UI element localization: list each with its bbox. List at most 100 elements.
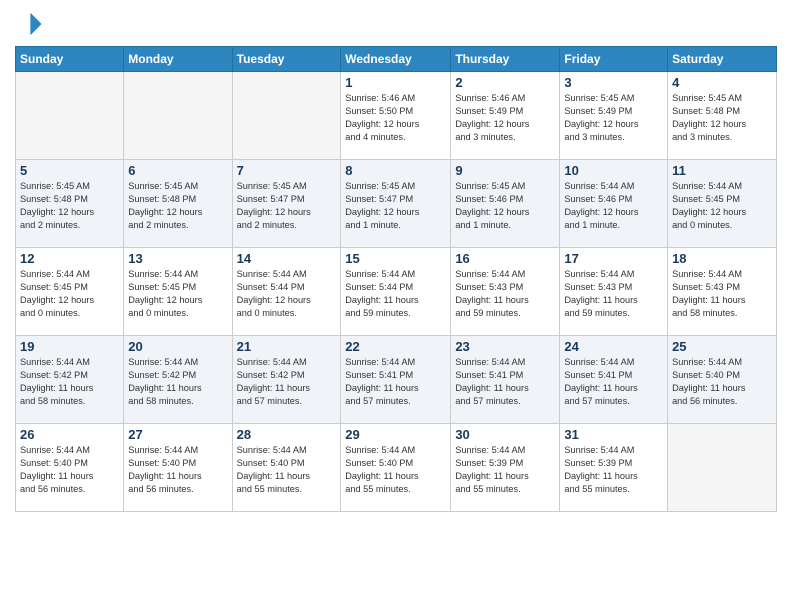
day-number: 30 — [455, 427, 555, 442]
day-number: 4 — [672, 75, 772, 90]
day-info: Sunrise: 5:45 AM Sunset: 5:48 PM Dayligh… — [20, 180, 119, 232]
calendar-week-row: 19 Sunrise: 5:44 AM Sunset: 5:42 PM Dayli… — [16, 336, 777, 424]
day-number: 9 — [455, 163, 555, 178]
day-number: 2 — [455, 75, 555, 90]
day-info: Sunrise: 5:44 AM Sunset: 5:39 PM Dayligh… — [455, 444, 555, 496]
header — [15, 10, 777, 38]
calendar-cell: 22 Sunrise: 5:44 AM Sunset: 5:41 PM Dayli… — [341, 336, 451, 424]
day-number: 26 — [20, 427, 119, 442]
calendar-header-row: SundayMondayTuesdayWednesdayThursdayFrid… — [16, 47, 777, 72]
calendar-cell: 24 Sunrise: 5:44 AM Sunset: 5:41 PM Dayli… — [560, 336, 668, 424]
calendar-cell: 27Sunrise: 5:44 AM Sunset: 5:40 PM Dayli… — [124, 424, 232, 512]
day-number: 7 — [237, 163, 337, 178]
calendar-cell: 6Sunrise: 5:45 AM Sunset: 5:48 PM Daylig… — [124, 160, 232, 248]
calendar-cell: 17 Sunrise: 5:44 AM Sunset: 5:43 PM Dayli… — [560, 248, 668, 336]
day-number: 29 — [345, 427, 446, 442]
calendar-week-row: 26 Sunrise: 5:44 AM Sunset: 5:40 PM Dayli… — [16, 424, 777, 512]
day-header-wednesday: Wednesday — [341, 47, 451, 72]
day-header-sunday: Sunday — [16, 47, 124, 72]
day-number: 15 — [345, 251, 446, 266]
day-info: Sunrise: 5:44 AM Sunset: 5:45 PM Dayligh… — [20, 268, 119, 320]
calendar-cell: 28Sunrise: 5:44 AM Sunset: 5:40 PM Dayli… — [232, 424, 341, 512]
calendar-cell: 12Sunrise: 5:44 AM Sunset: 5:45 PM Dayli… — [16, 248, 124, 336]
day-info: Sunrise: 5:46 AM Sunset: 5:49 PM Dayligh… — [455, 92, 555, 144]
day-number: 20 — [128, 339, 227, 354]
calendar-cell — [124, 72, 232, 160]
calendar-cell: 10 Sunrise: 5:44 AM Sunset: 5:46 PM Dayli… — [560, 160, 668, 248]
day-info: Sunrise: 5:45 AM Sunset: 5:46 PM Dayligh… — [455, 180, 555, 232]
calendar-cell — [16, 72, 124, 160]
calendar-cell: 14 Sunrise: 5:44 AM Sunset: 5:44 PM Dayli… — [232, 248, 341, 336]
day-number: 21 — [237, 339, 337, 354]
day-info: Sunrise: 5:44 AM Sunset: 5:46 PM Dayligh… — [564, 180, 663, 232]
day-header-tuesday: Tuesday — [232, 47, 341, 72]
calendar-cell: 2 Sunrise: 5:46 AM Sunset: 5:49 PM Daylig… — [451, 72, 560, 160]
day-number: 11 — [672, 163, 772, 178]
day-number: 3 — [564, 75, 663, 90]
day-info: Sunrise: 5:44 AM Sunset: 5:44 PM Dayligh… — [345, 268, 446, 320]
calendar-cell: 26Sunrise: 5:44 AM Sunset: 5:40 PM Dayli… — [16, 424, 124, 512]
calendar-cell: 9 Sunrise: 5:45 AM Sunset: 5:46 PM Daylig… — [451, 160, 560, 248]
calendar-cell: 30 Sunrise: 5:44 AM Sunset: 5:39 PM Dayli… — [451, 424, 560, 512]
calendar-cell: 1 Sunrise: 5:46 AM Sunset: 5:50 PM Daylig… — [341, 72, 451, 160]
calendar-cell: 20 Sunrise: 5:44 AM Sunset: 5:42 PM Dayli… — [124, 336, 232, 424]
day-info: Sunrise: 5:45 AM Sunset: 5:47 PM Dayligh… — [237, 180, 337, 232]
calendar-week-row: 12Sunrise: 5:44 AM Sunset: 5:45 PM Dayli… — [16, 248, 777, 336]
logo — [15, 10, 47, 38]
day-number: 1 — [345, 75, 446, 90]
calendar-week-row: 1 Sunrise: 5:46 AM Sunset: 5:50 PM Daylig… — [16, 72, 777, 160]
calendar-cell: 11 Sunrise: 5:44 AM Sunset: 5:45 PM Dayli… — [668, 160, 777, 248]
day-info: Sunrise: 5:44 AM Sunset: 5:44 PM Dayligh… — [237, 268, 337, 320]
day-number: 6 — [128, 163, 227, 178]
logo-icon — [15, 10, 43, 38]
day-number: 18 — [672, 251, 772, 266]
day-info: Sunrise: 5:44 AM Sunset: 5:45 PM Dayligh… — [128, 268, 227, 320]
day-info: Sunrise: 5:45 AM Sunset: 5:48 PM Dayligh… — [672, 92, 772, 144]
calendar-cell: 15 Sunrise: 5:44 AM Sunset: 5:44 PM Dayli… — [341, 248, 451, 336]
day-info: Sunrise: 5:44 AM Sunset: 5:42 PM Dayligh… — [20, 356, 119, 408]
day-info: Sunrise: 5:44 AM Sunset: 5:45 PM Dayligh… — [672, 180, 772, 232]
day-info: Sunrise: 5:44 AM Sunset: 5:40 PM Dayligh… — [345, 444, 446, 496]
calendar-cell: 3 Sunrise: 5:45 AM Sunset: 5:49 PM Daylig… — [560, 72, 668, 160]
day-info: Sunrise: 5:44 AM Sunset: 5:40 PM Dayligh… — [128, 444, 227, 496]
day-info: Sunrise: 5:44 AM Sunset: 5:42 PM Dayligh… — [237, 356, 337, 408]
day-number: 13 — [128, 251, 227, 266]
day-info: Sunrise: 5:44 AM Sunset: 5:41 PM Dayligh… — [455, 356, 555, 408]
day-info: Sunrise: 5:44 AM Sunset: 5:41 PM Dayligh… — [345, 356, 446, 408]
day-number: 31 — [564, 427, 663, 442]
day-number: 10 — [564, 163, 663, 178]
day-info: Sunrise: 5:44 AM Sunset: 5:42 PM Dayligh… — [128, 356, 227, 408]
day-number: 25 — [672, 339, 772, 354]
day-info: Sunrise: 5:44 AM Sunset: 5:43 PM Dayligh… — [564, 268, 663, 320]
calendar-cell: 23 Sunrise: 5:44 AM Sunset: 5:41 PM Dayli… — [451, 336, 560, 424]
day-info: Sunrise: 5:44 AM Sunset: 5:43 PM Dayligh… — [672, 268, 772, 320]
calendar-cell: 7 Sunrise: 5:45 AM Sunset: 5:47 PM Daylig… — [232, 160, 341, 248]
day-number: 19 — [20, 339, 119, 354]
day-number: 24 — [564, 339, 663, 354]
day-number: 22 — [345, 339, 446, 354]
day-number: 16 — [455, 251, 555, 266]
calendar-cell — [232, 72, 341, 160]
calendar-cell: 5 Sunrise: 5:45 AM Sunset: 5:48 PM Daylig… — [16, 160, 124, 248]
calendar-cell: 18 Sunrise: 5:44 AM Sunset: 5:43 PM Dayli… — [668, 248, 777, 336]
day-number: 23 — [455, 339, 555, 354]
day-number: 8 — [345, 163, 446, 178]
calendar-cell: 19 Sunrise: 5:44 AM Sunset: 5:42 PM Dayli… — [16, 336, 124, 424]
calendar-cell: 16 Sunrise: 5:44 AM Sunset: 5:43 PM Dayli… — [451, 248, 560, 336]
calendar: SundayMondayTuesdayWednesdayThursdayFrid… — [15, 46, 777, 512]
day-number: 5 — [20, 163, 119, 178]
day-info: Sunrise: 5:44 AM Sunset: 5:43 PM Dayligh… — [455, 268, 555, 320]
day-info: Sunrise: 5:45 AM Sunset: 5:49 PM Dayligh… — [564, 92, 663, 144]
day-number: 14 — [237, 251, 337, 266]
calendar-cell: 25 Sunrise: 5:44 AM Sunset: 5:40 PM Dayli… — [668, 336, 777, 424]
day-info: Sunrise: 5:44 AM Sunset: 5:40 PM Dayligh… — [672, 356, 772, 408]
calendar-week-row: 5 Sunrise: 5:45 AM Sunset: 5:48 PM Daylig… — [16, 160, 777, 248]
day-info: Sunrise: 5:44 AM Sunset: 5:39 PM Dayligh… — [564, 444, 663, 496]
day-number: 17 — [564, 251, 663, 266]
day-info: Sunrise: 5:44 AM Sunset: 5:41 PM Dayligh… — [564, 356, 663, 408]
day-info: Sunrise: 5:46 AM Sunset: 5:50 PM Dayligh… — [345, 92, 446, 144]
calendar-cell: 29 Sunrise: 5:44 AM Sunset: 5:40 PM Dayli… — [341, 424, 451, 512]
page: SundayMondayTuesdayWednesdayThursdayFrid… — [0, 0, 792, 612]
day-header-thursday: Thursday — [451, 47, 560, 72]
day-info: Sunrise: 5:45 AM Sunset: 5:47 PM Dayligh… — [345, 180, 446, 232]
